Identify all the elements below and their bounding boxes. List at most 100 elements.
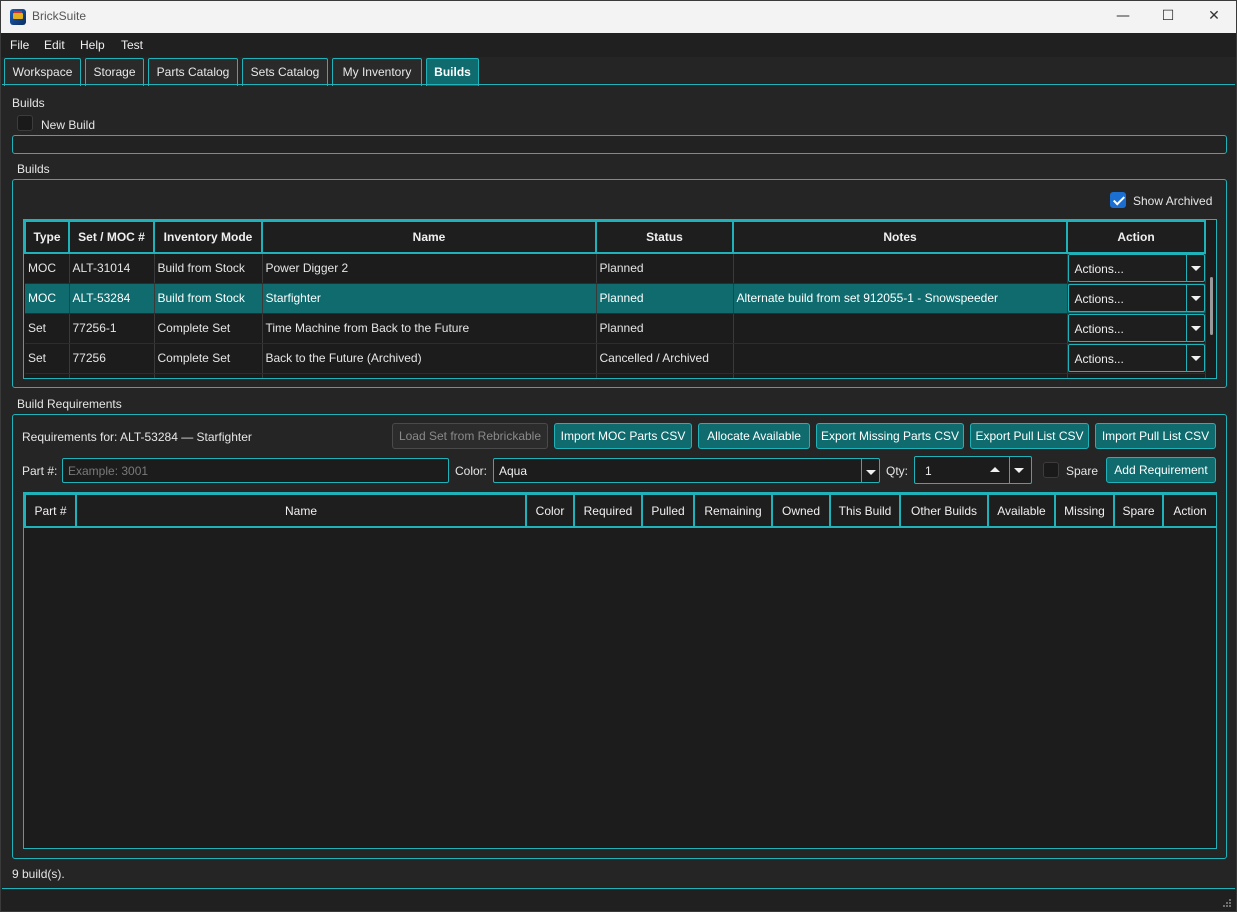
export-pull-list-button[interactable]: Export Pull List CSV [970, 423, 1089, 449]
part-number-input[interactable]: Example: 3001 [62, 458, 449, 483]
col-action[interactable]: Action [1066, 220, 1206, 254]
show-archived-label: Show Archived [1133, 194, 1213, 208]
table-row-partial[interactable] [25, 373, 1206, 378]
col-pulled[interactable]: Pulled [641, 493, 695, 528]
cell-status: Planned [596, 253, 734, 284]
col-other-builds[interactable]: Other Builds [899, 493, 989, 528]
cell-mode: Build from Stock [154, 253, 263, 284]
spare-label: Spare [1066, 464, 1099, 478]
tab-my-inventory[interactable]: My Inventory [332, 58, 422, 86]
import-moc-parts-button[interactable]: Import MOC Parts CSV [554, 423, 692, 449]
spare-checkbox[interactable] [1043, 462, 1059, 478]
table-row[interactable]: Set 77256-1 Complete Set Time Machine fr… [25, 313, 1206, 344]
spin-up-icon[interactable] [985, 457, 1005, 483]
app-logo-icon [10, 9, 26, 25]
table-row[interactable]: Set 77256 Complete Set Back to the Futur… [25, 343, 1206, 374]
col-action[interactable]: Action [1162, 493, 1216, 528]
col-required[interactable]: Required [573, 493, 643, 528]
spin-down-icon[interactable] [1009, 457, 1031, 483]
scrollbar-thumb[interactable] [1210, 277, 1213, 335]
tab-storage[interactable]: Storage [85, 58, 144, 86]
row-actions-label: Actions... [1074, 322, 1124, 336]
color-label: Color: [455, 464, 488, 478]
col-set-moc[interactable]: Set / MOC # [68, 220, 155, 254]
row-actions-dropdown[interactable]: Actions... [1067, 344, 1204, 372]
row-actions-dropdown[interactable]: Actions... [1067, 314, 1204, 342]
chevron-down-icon[interactable] [861, 459, 879, 482]
row-actions-dropdown[interactable]: Actions... [1067, 284, 1204, 312]
col-name[interactable]: Name [261, 220, 597, 254]
cell-type: MOC [25, 253, 70, 284]
tab-bar: Workspace Storage Parts Catalog Sets Cat… [1, 57, 1236, 86]
app-window: BrickSuite — ☐ ✕ File Edit Help Test Wor… [0, 0, 1237, 912]
requirements-group-title: Build Requirements [17, 397, 122, 411]
chevron-down-icon [1185, 315, 1204, 341]
builds-table-scrollbar[interactable] [1207, 219, 1217, 379]
menu-file[interactable]: File [10, 38, 29, 52]
table-row[interactable]: MOC ALT-31014 Build from Stock Power Dig… [25, 253, 1206, 284]
menu-edit[interactable]: Edit [44, 38, 65, 52]
requirements-table: Part # Name Color Required Pulled Remain… [23, 492, 1217, 849]
qty-spinbox[interactable]: 1 [914, 456, 1032, 484]
part-number-label: Part #: [22, 464, 58, 478]
cell-type: MOC [25, 283, 70, 314]
add-requirement-button[interactable]: Add Requirement [1106, 457, 1216, 483]
export-missing-parts-button[interactable]: Export Missing Parts CSV [816, 423, 964, 449]
builds-group-title: Builds [17, 162, 50, 176]
close-button[interactable]: ✕ [1191, 1, 1237, 33]
col-owned[interactable]: Owned [771, 493, 831, 528]
col-name[interactable]: Name [75, 493, 527, 528]
color-select[interactable]: Aqua [493, 458, 880, 483]
minimize-button[interactable]: — [1100, 1, 1146, 33]
row-actions-label: Actions... [1074, 262, 1124, 277]
cell-notes [733, 253, 1068, 284]
col-notes[interactable]: Notes [732, 220, 1068, 254]
cell-name: Back to the Future (Archived) [262, 343, 597, 374]
cell-name: Time Machine from Back to the Future [262, 313, 597, 344]
cell-notes: Alternate build from set 912055-1 - Snow… [733, 283, 1068, 314]
maximize-button[interactable]: ☐ [1145, 1, 1191, 33]
new-build-label: New Build [41, 118, 96, 132]
load-set-rebrickable-button[interactable]: Load Set from Rebrickable [392, 423, 548, 449]
menu-bar: File Edit Help Test [1, 33, 1236, 57]
status-text: 9 build(s). [12, 867, 65, 881]
cell-name: Starfighter [262, 283, 597, 314]
menu-help[interactable]: Help [80, 38, 105, 52]
chevron-down-icon [1185, 255, 1204, 282]
progress-bar [12, 135, 1227, 154]
col-color[interactable]: Color [525, 493, 575, 528]
col-available[interactable]: Available [987, 493, 1056, 528]
new-build-checkbox[interactable] [17, 115, 33, 131]
tab-parts-catalog[interactable]: Parts Catalog [148, 58, 238, 86]
table-row-selected[interactable]: MOC ALT-53284 Build from Stock Starfight… [25, 283, 1206, 314]
tab-workspace[interactable]: Workspace [4, 58, 81, 86]
col-part-num[interactable]: Part # [24, 493, 77, 528]
allocate-available-button[interactable]: Allocate Available [698, 423, 810, 449]
cell-notes [733, 343, 1068, 374]
import-pull-list-button[interactable]: Import Pull List CSV [1095, 423, 1216, 449]
resize-grip-icon[interactable] [1222, 898, 1232, 908]
col-remaining[interactable]: Remaining [693, 493, 773, 528]
requirements-for-label: Requirements for: ALT-53284 — Starfighte… [22, 430, 252, 444]
menu-test[interactable]: Test [121, 38, 143, 52]
chevron-down-icon [1185, 345, 1204, 371]
col-missing[interactable]: Missing [1054, 493, 1115, 528]
tab-builds[interactable]: Builds [426, 58, 479, 86]
col-spare[interactable]: Spare [1113, 493, 1164, 528]
col-this-build[interactable]: This Build [829, 493, 901, 528]
cell-status: Planned [596, 283, 734, 314]
cell-type: Set [25, 313, 70, 344]
chevron-down-icon [1185, 285, 1204, 311]
status-bar [1, 890, 1236, 911]
show-archived-checkbox[interactable] [1110, 192, 1126, 208]
col-type[interactable]: Type [24, 220, 70, 254]
row-actions-dropdown[interactable]: Actions... [1067, 254, 1204, 282]
col-inventory-mode[interactable]: Inventory Mode [153, 220, 263, 254]
row-actions-label: Actions... [1074, 352, 1124, 366]
cell-status: Planned [596, 313, 734, 344]
tab-sets-catalog[interactable]: Sets Catalog [242, 58, 328, 86]
col-status[interactable]: Status [595, 220, 734, 254]
qty-label: Qty: [886, 464, 909, 478]
color-select-value: Aqua [499, 464, 528, 478]
row-actions-label: Actions... [1074, 292, 1124, 306]
